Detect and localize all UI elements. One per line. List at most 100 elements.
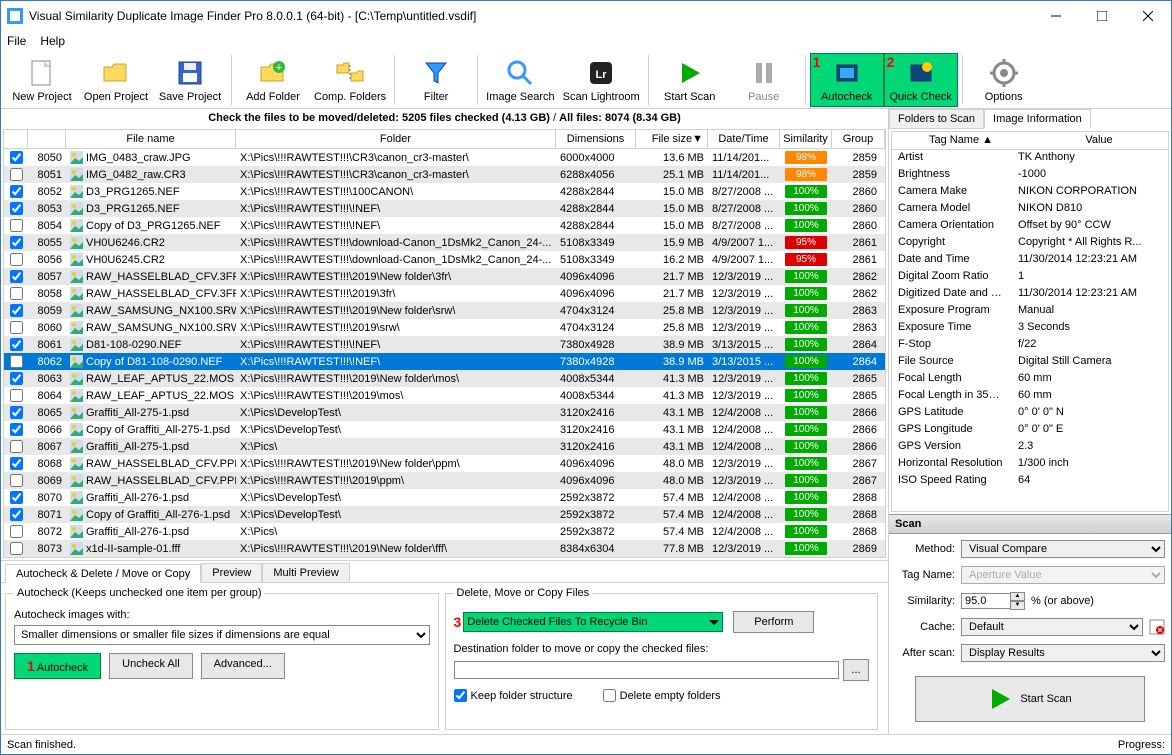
row-checkbox[interactable] xyxy=(10,219,23,232)
similarity-input[interactable]: ▲▼ xyxy=(961,592,1025,610)
row-checkbox[interactable] xyxy=(10,423,23,436)
tab-multi-preview[interactable]: Multi Preview xyxy=(262,563,349,582)
tab-preview[interactable]: Preview xyxy=(201,563,262,582)
row-checkbox[interactable] xyxy=(10,440,23,453)
table-row[interactable]: 8052D3_PRG1265.NEFX:\Pics\!!!RAWTEST!!!\… xyxy=(4,183,885,200)
method-select[interactable]: Visual Compare xyxy=(961,540,1165,558)
table-row[interactable]: 8069RAW_HASSELBLAD_CFV.PPMX:\Pics\!!!RAW… xyxy=(4,472,885,489)
row-checkbox[interactable] xyxy=(10,253,23,266)
row-checkbox[interactable] xyxy=(10,338,23,351)
menu-help[interactable]: Help xyxy=(40,34,65,48)
add-folder-button[interactable]: +Add Folder xyxy=(236,53,310,107)
scan-lightroom-button[interactable]: LrScan Lightroom xyxy=(559,53,644,107)
autocheck-button[interactable]: 1Autocheck xyxy=(810,53,884,107)
row-checkbox[interactable] xyxy=(10,304,23,317)
tab-image-information[interactable]: Image Information xyxy=(984,109,1091,129)
quick-check-button[interactable]: 2Quick Check xyxy=(884,53,958,107)
row-checkbox[interactable] xyxy=(10,457,23,470)
menu-file[interactable]: File xyxy=(7,34,26,48)
table-row[interactable]: 8061D81-108-0290.NEFX:\Pics\!!!RAWTEST!!… xyxy=(4,336,885,353)
table-row[interactable]: 8067Graffiti_All-275-1.psdX:\Pics\3120x2… xyxy=(4,438,885,455)
table-row[interactable]: 8066Copy of Graffiti_All-275-1.psdX:\Pic… xyxy=(4,421,885,438)
table-row[interactable]: 8060RAW_SAMSUNG_NX100.SRWX:\Pics\!!!RAWT… xyxy=(4,319,885,336)
row-checkbox[interactable] xyxy=(10,389,23,402)
table-row[interactable]: 8063RAW_LEAF_APTUS_22.MOSX:\Pics\!!!RAWT… xyxy=(4,370,885,387)
col-filename[interactable]: File name xyxy=(66,130,236,148)
table-row[interactable]: 8050IMG_0483_craw.JPGX:\Pics\!!!RAWTEST!… xyxy=(4,149,885,166)
row-checkbox[interactable] xyxy=(10,542,23,555)
uncheck-all-button[interactable]: Uncheck All xyxy=(109,653,192,679)
row-checkbox[interactable] xyxy=(10,508,23,521)
col-similarity[interactable]: Similarity xyxy=(780,130,832,148)
table-row[interactable]: 8058RAW_HASSELBLAD_CFV.3FRX:\Pics\!!!RAW… xyxy=(4,285,885,302)
comp-folders-button[interactable]: Comp. Folders xyxy=(310,53,390,107)
info-row: ArtistTK Anthony xyxy=(892,150,1168,167)
start-scan-button[interactable]: Start Scan xyxy=(653,53,727,107)
row-checkbox[interactable] xyxy=(10,491,23,504)
destination-input[interactable] xyxy=(454,661,840,679)
row-checkbox[interactable] xyxy=(10,287,23,300)
clear-cache-icon[interactable] xyxy=(1149,619,1165,635)
grid-body[interactable]: 8050IMG_0483_craw.JPGX:\Pics\!!!RAWTEST!… xyxy=(4,149,885,557)
col-datetime[interactable]: Date/Time xyxy=(708,130,780,148)
table-row[interactable]: 8065Graffiti_All-275-1.psdX:\Pics\Develo… xyxy=(4,404,885,421)
table-row[interactable]: 8070Graffiti_All-276-1.psdX:\Pics\Develo… xyxy=(4,489,885,506)
perform-button[interactable]: Perform xyxy=(733,611,814,633)
svg-text:+: + xyxy=(276,62,282,74)
table-row[interactable]: 8059RAW_SAMSUNG_NX100.SRWX:\Pics\!!!RAWT… xyxy=(4,302,885,319)
table-row[interactable]: 8054Copy of D3_PRG1265.NEFX:\Pics\!!!RAW… xyxy=(4,217,885,234)
row-checkbox[interactable] xyxy=(10,406,23,419)
tagname-select: Aperture Value xyxy=(961,566,1165,584)
autocheck-run-button[interactable]: 1Autocheck xyxy=(14,653,101,679)
row-checkbox[interactable] xyxy=(10,236,23,249)
advanced-button[interactable]: Advanced... xyxy=(201,653,285,679)
col-folder[interactable]: Folder xyxy=(236,130,556,148)
close-button[interactable] xyxy=(1125,1,1171,31)
row-checkbox[interactable] xyxy=(10,151,23,164)
row-checkbox[interactable] xyxy=(10,525,23,538)
table-row[interactable]: 8073x1d-II-sample-01.fffX:\Pics\!!!RAWTE… xyxy=(4,540,885,557)
table-row[interactable]: 8071Copy of Graffiti_All-276-1.psdX:\Pic… xyxy=(4,506,885,523)
autocheck-mode-select[interactable]: Smaller dimensions or smaller file sizes… xyxy=(14,625,430,645)
start-scan-big-button[interactable]: Start Scan xyxy=(915,676,1145,722)
after-scan-select[interactable]: Display Results xyxy=(961,644,1165,662)
row-checkbox[interactable] xyxy=(10,270,23,283)
table-row[interactable]: 8064RAW_LEAF_APTUS_22.MOSX:\Pics\!!!RAWT… xyxy=(4,387,885,404)
row-checkbox[interactable] xyxy=(10,202,23,215)
table-row[interactable]: 8055VH0U6246.CR2X:\Pics\!!!RAWTEST!!!\do… xyxy=(4,234,885,251)
table-row[interactable]: 8051IMG_0482_raw.CR3X:\Pics\!!!RAWTEST!!… xyxy=(4,166,885,183)
info-row: Digital Zoom Ratio1 xyxy=(892,269,1168,286)
row-checkbox[interactable] xyxy=(10,185,23,198)
image-search-button[interactable]: Image Search xyxy=(482,53,558,107)
table-row[interactable]: 8057RAW_HASSELBLAD_CFV.3FRX:\Pics\!!!RAW… xyxy=(4,268,885,285)
delete-empty-checkbox[interactable]: Delete empty folders xyxy=(603,689,721,702)
row-checkbox[interactable] xyxy=(10,474,23,487)
filter-button[interactable]: Filter xyxy=(399,53,473,107)
keep-folder-checkbox[interactable]: Keep folder structure xyxy=(454,689,573,702)
table-row[interactable]: 8062Copy of D81-108-0290.NEFX:\Pics\!!!R… xyxy=(4,353,885,370)
col-dimensions[interactable]: Dimensions xyxy=(556,130,636,148)
col-filesize[interactable]: File size ▼ xyxy=(636,130,708,148)
options-button[interactable]: Options xyxy=(967,53,1041,107)
col-group[interactable]: Group xyxy=(832,130,885,148)
table-row[interactable]: 8072Graffiti_All-276-1.psdX:\Pics\2592x3… xyxy=(4,523,885,540)
table-row[interactable]: 8053D3_PRG1265.NEFX:\Pics\!!!RAWTEST!!!\… xyxy=(4,200,885,217)
minimize-button[interactable] xyxy=(1033,1,1079,31)
table-row[interactable]: 8056VH0U6245.CR2X:\Pics\!!!RAWTEST!!!\do… xyxy=(4,251,885,268)
info-row: File SourceDigital Still Camera xyxy=(892,354,1168,371)
maximize-button[interactable] xyxy=(1079,1,1125,31)
save-project-button[interactable]: Save Project xyxy=(153,53,227,107)
tab-autocheck[interactable]: Autocheck & Delete / Move or Copy xyxy=(5,564,201,583)
action-select[interactable]: Delete Checked Files To Recycle Bin xyxy=(463,612,723,632)
delete-move-fieldset: Delete, Move or Copy Files 3 Delete Chec… xyxy=(445,587,879,730)
new-project-button[interactable]: New Project xyxy=(5,53,79,107)
tab-folders-to-scan[interactable]: Folders to Scan xyxy=(889,109,984,129)
table-row[interactable]: 8068RAW_HASSELBLAD_CFV.PPMX:\Pics\!!!RAW… xyxy=(4,455,885,472)
row-checkbox[interactable] xyxy=(10,355,23,368)
row-checkbox[interactable] xyxy=(10,372,23,385)
open-project-button[interactable]: Open Project xyxy=(79,53,153,107)
cache-select[interactable]: Default xyxy=(961,618,1143,636)
browse-button[interactable]: ... xyxy=(843,659,869,681)
row-checkbox[interactable] xyxy=(10,321,23,334)
row-checkbox[interactable] xyxy=(10,168,23,181)
